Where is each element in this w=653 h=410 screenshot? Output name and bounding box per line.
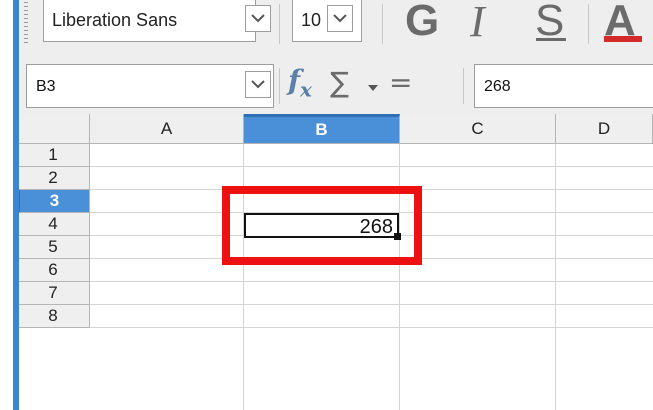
toolbar-separator: [279, 4, 280, 44]
row-header-7[interactable]: 7: [17, 282, 90, 305]
font-name-dropdown-button[interactable]: [245, 5, 271, 32]
grid-line: [399, 144, 400, 410]
row-header-5[interactable]: 5: [17, 236, 90, 259]
grid-line: [555, 144, 556, 410]
highlight-box: [222, 186, 422, 265]
column-header-d[interactable]: D: [556, 114, 653, 144]
formula-separator: [279, 68, 280, 104]
underline-icon-bar: [536, 38, 566, 41]
sigma-icon[interactable]: ∑: [330, 66, 349, 99]
formula-input[interactable]: 268: [474, 64, 653, 108]
column-header-b[interactable]: B: [244, 114, 400, 144]
name-box-value: B3: [36, 78, 56, 95]
grid-line: [90, 304, 653, 305]
chevron-down-icon: [251, 14, 265, 23]
grid-line: [90, 327, 653, 328]
font-name-value: Liberation Sans: [52, 10, 178, 30]
font-name-combobox[interactable]: Liberation Sans: [43, 0, 256, 42]
row-header-4[interactable]: 4: [17, 213, 90, 236]
row-header-2[interactable]: 2: [17, 167, 90, 190]
name-box[interactable]: B3: [26, 64, 274, 108]
column-header-a[interactable]: A: [90, 114, 244, 144]
chevron-down-icon: [333, 14, 347, 23]
italic-button[interactable]: I: [470, 0, 485, 47]
spreadsheet-window: Liberation Sans 10 G I S A B3 fx ∑ = 268…: [0, 0, 653, 410]
formatting-toolbar: Liberation Sans 10 G I S A: [0, 0, 653, 58]
toolbar-grip[interactable]: [24, 2, 28, 46]
font-size-dropdown-button[interactable]: [327, 5, 353, 32]
window-left-accent: [13, 0, 19, 410]
chevron-down-icon: [251, 80, 265, 89]
row-header-3[interactable]: 3: [17, 190, 90, 213]
grid-line: [243, 144, 244, 410]
name-box-dropdown-button[interactable]: [245, 71, 271, 98]
toolbar-separator: [382, 4, 383, 44]
row-header-8[interactable]: 8: [17, 305, 90, 328]
formula-input-value: 268: [484, 78, 511, 95]
sum-dropdown-icon[interactable]: [368, 85, 378, 91]
select-all-corner[interactable]: [17, 114, 90, 144]
equals-icon[interactable]: =: [389, 66, 412, 99]
function-wizard-icon[interactable]: fx: [288, 64, 312, 102]
formula-bar: B3 fx ∑ = 268: [17, 58, 653, 114]
font-color-swatch: [604, 36, 642, 42]
grid-line: [90, 281, 653, 282]
bold-button[interactable]: G: [405, 0, 439, 46]
column-header-c[interactable]: C: [400, 114, 556, 144]
grid-line: [90, 166, 653, 167]
toolbar-separator: [588, 4, 589, 44]
row-header-6[interactable]: 6: [17, 259, 90, 282]
spreadsheet-grid[interactable]: A B C D 1 2 3 4 5 6 7 8 268: [17, 114, 653, 410]
font-size-value: 10: [301, 10, 322, 30]
row-header-1[interactable]: 1: [17, 144, 90, 167]
formula-separator: [463, 68, 464, 104]
